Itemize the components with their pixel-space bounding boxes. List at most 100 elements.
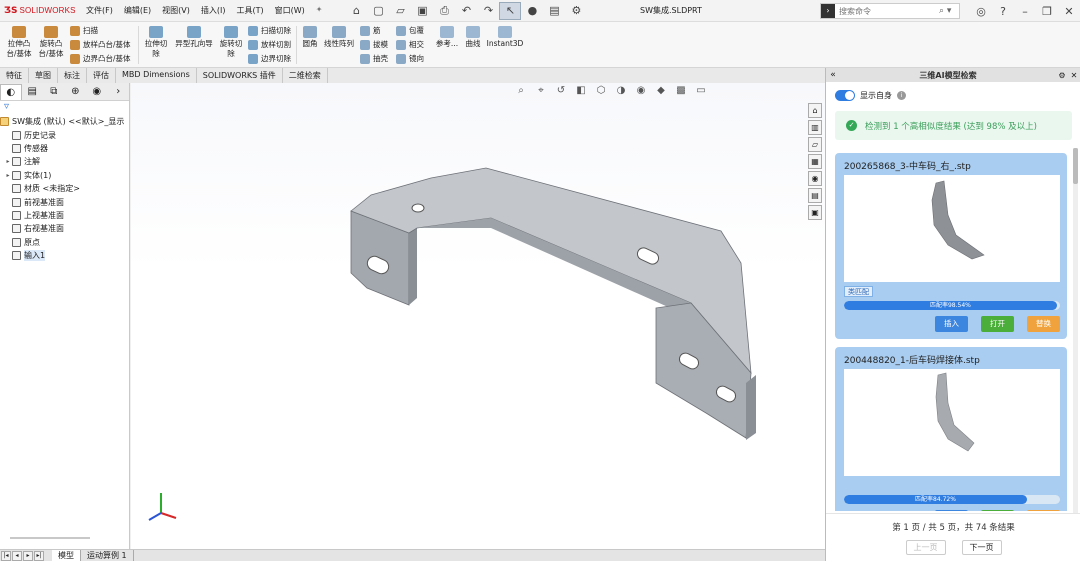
dimxpert-tab-icon[interactable]: ⊕: [65, 84, 87, 100]
wrap-button[interactable]: 包覆: [396, 25, 424, 36]
menu-view[interactable]: 视图(V): [162, 5, 190, 16]
menu-file[interactable]: 文件(F): [86, 5, 113, 16]
prev-page-button[interactable]: 上一页: [905, 540, 946, 555]
panel-close-icon[interactable]: ✕: [1068, 71, 1080, 80]
tab-2d-retrieval[interactable]: 二维检索: [283, 68, 328, 83]
tab-model[interactable]: 模型: [52, 550, 81, 561]
file-properties-icon[interactable]: ▤: [543, 2, 565, 20]
design-library-icon[interactable]: ▥: [808, 120, 822, 135]
revolve-boss-button[interactable]: 旋转凸 台/基体: [36, 26, 66, 59]
intersect-button[interactable]: 相交: [396, 39, 424, 50]
curves-button[interactable]: 曲线: [462, 26, 484, 49]
tree-item[interactable]: 原点: [4, 236, 129, 249]
tree-item[interactable]: 右视基准面: [4, 222, 129, 235]
tab-motion-study[interactable]: 运动算例 1: [81, 550, 134, 561]
last-tab-icon[interactable]: ▸|: [34, 550, 44, 561]
linear-pattern-button[interactable]: 线性阵列: [322, 26, 356, 49]
tree-item[interactable]: 材质 <未指定>: [4, 182, 129, 195]
scrollbar-thumb[interactable]: [1073, 148, 1078, 184]
fillet-button[interactable]: 圆角: [299, 26, 321, 49]
tab-sketch[interactable]: 草图: [29, 68, 58, 83]
collapse-panel-icon[interactable]: «: [826, 70, 840, 80]
restore-icon[interactable]: ❐: [1036, 5, 1058, 18]
ai-retrieval-pane-icon[interactable]: ▣: [808, 205, 822, 220]
tree-item[interactable]: 上视基准面: [4, 209, 129, 222]
draft-button[interactable]: 拔模: [360, 39, 388, 50]
redo-icon[interactable]: ↷: [477, 2, 499, 20]
search-input[interactable]: [839, 6, 939, 16]
tab-features[interactable]: 特征: [0, 68, 29, 83]
revolve-cut-button[interactable]: 旋转切 除: [216, 26, 246, 59]
feature-manager-tab-icon[interactable]: ◐: [0, 83, 22, 100]
prev-tab-icon[interactable]: ◂: [12, 550, 22, 561]
configuration-manager-tab-icon[interactable]: ⧉: [43, 84, 65, 100]
menu-edit[interactable]: 编辑(E): [124, 5, 151, 16]
appearances-icon[interactable]: ◉: [808, 171, 822, 186]
filter-icon[interactable]: ▿: [0, 101, 129, 115]
hole-wizard-button[interactable]: 异型孔向导: [172, 26, 216, 49]
save-icon[interactable]: ▣: [411, 2, 433, 20]
open-folder-icon[interactable]: ▱: [389, 2, 411, 20]
next-page-button[interactable]: 下一页: [961, 540, 1002, 555]
user-icon[interactable]: ◎: [970, 5, 992, 18]
expand-arrow-icon[interactable]: ▸: [4, 172, 12, 179]
tree-item[interactable]: 前视基准面: [4, 195, 129, 208]
replace-button[interactable]: 替换: [1027, 510, 1060, 511]
loft-boss-button[interactable]: 放样凸台/基体: [70, 39, 131, 50]
instant3d-button[interactable]: Instant3D: [486, 26, 524, 49]
info-icon[interactable]: i: [897, 91, 906, 100]
property-manager-tab-icon[interactable]: ▤: [22, 84, 44, 100]
reference-geometry-button[interactable]: 参考...: [434, 26, 460, 49]
mirror-button[interactable]: 镜向: [396, 53, 424, 64]
result-thumbnail[interactable]: [844, 175, 1060, 282]
result-thumbnail[interactable]: [844, 369, 1060, 476]
options-gear-icon[interactable]: ⚙: [565, 2, 587, 20]
panel-settings-icon[interactable]: ⚙: [1056, 71, 1068, 80]
sweep-cut-button[interactable]: 扫描切除: [248, 25, 291, 36]
loft-cut-button[interactable]: 放样切割: [248, 39, 291, 50]
shell-button[interactable]: 抽壳: [360, 53, 388, 64]
file-explorer-icon[interactable]: ▱: [808, 137, 822, 152]
sweep-button[interactable]: 扫描: [70, 25, 98, 36]
command-search[interactable]: › ⌕ ▾: [820, 3, 960, 19]
tab-evaluate[interactable]: 评估: [87, 68, 116, 83]
open-button[interactable]: 打开: [981, 510, 1014, 511]
first-tab-icon[interactable]: |◂: [1, 550, 11, 561]
boundary-boss-button[interactable]: 边界凸台/基体: [70, 53, 131, 64]
search-icon[interactable]: ⌕ ▾: [939, 6, 951, 16]
tree-item[interactable]: 历史记录: [4, 128, 129, 141]
panel-scrollbar[interactable]: [10, 537, 90, 539]
expand-tabs-icon[interactable]: ›: [108, 84, 130, 100]
tree-item[interactable]: ▸ 实体(1): [4, 169, 129, 182]
next-tab-icon[interactable]: ▸: [23, 550, 33, 561]
menu-window[interactable]: 窗口(W): [275, 5, 305, 16]
results-scrollbar[interactable]: [1073, 148, 1078, 518]
tree-item[interactable]: ▸ 注解: [4, 155, 129, 168]
close-icon[interactable]: ✕: [1058, 5, 1080, 18]
tree-item[interactable]: 传感器: [4, 142, 129, 155]
menu-insert[interactable]: 插入(I): [201, 5, 226, 16]
tab-solidworks-addins[interactable]: SOLIDWORKS 插件: [197, 68, 283, 83]
home-icon[interactable]: ⌂: [345, 2, 367, 20]
replace-button[interactable]: 替换: [1027, 316, 1060, 332]
traffic-light-icon[interactable]: ●: [521, 2, 543, 20]
result-card[interactable]: 200265868_3-中车码_右_.stp 类匹配 匹配率98.54% 插入 …: [835, 153, 1067, 339]
new-doc-icon[interactable]: ▢: [367, 2, 389, 20]
display-manager-tab-icon[interactable]: ◉: [86, 84, 108, 100]
open-button[interactable]: 打开: [981, 316, 1014, 332]
rib-button[interactable]: 筋: [360, 25, 381, 36]
tree-item[interactable]: 输入1: [4, 249, 129, 262]
insert-button[interactable]: 插入: [935, 316, 968, 332]
help-icon[interactable]: ?: [992, 5, 1014, 18]
tab-mbd-dimensions[interactable]: MBD Dimensions: [116, 68, 197, 83]
tab-markup[interactable]: 标注: [58, 68, 87, 83]
select-cursor-icon[interactable]: ↖: [499, 1, 522, 20]
print-icon[interactable]: ⎙: [433, 2, 455, 20]
pin-icon[interactable]: ✦: [316, 5, 323, 16]
extrude-boss-button[interactable]: 拉伸凸 台/基体: [4, 26, 34, 59]
extrude-cut-button[interactable]: 拉伸切 除: [141, 26, 171, 59]
boundary-cut-button[interactable]: 边界切除: [248, 53, 291, 64]
solidworks-resources-icon[interactable]: ⌂: [808, 103, 822, 118]
insert-button[interactable]: 插入: [935, 510, 968, 511]
graphics-viewport[interactable]: ⌕ ⌖ ↺ ◧ ⬡ ◑ ◉ ◆ ▩ ▭ ⌂ ▥ ▱ ▦ ◉ ▤ ▣: [131, 83, 825, 549]
